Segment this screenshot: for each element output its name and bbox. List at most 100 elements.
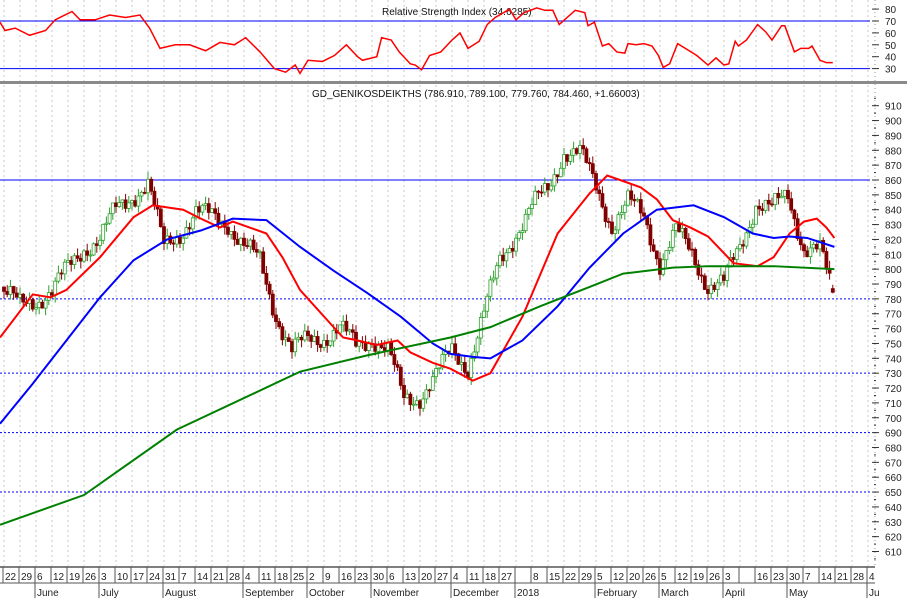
candle-down (677, 223, 682, 233)
candle-down (600, 193, 605, 208)
candle-down (606, 221, 611, 223)
candle-up (53, 280, 58, 296)
price-tick-label: 660 (885, 473, 902, 484)
candle-up (203, 203, 208, 206)
x-tick-label: 3 (725, 572, 731, 583)
price-tick-label: 740 (885, 354, 902, 365)
candle-up (312, 336, 317, 342)
candle-up (126, 202, 131, 209)
candle-up (811, 243, 816, 249)
x-tick-label: 12 (53, 572, 65, 583)
candle-down (648, 224, 653, 246)
vertical-grid (3, 0, 869, 566)
x-tick-label: 31 (165, 572, 177, 583)
candle-down (280, 326, 285, 341)
price-tick-label: 620 (885, 533, 902, 544)
candle-down (776, 192, 781, 199)
candle-up (782, 189, 787, 197)
price-tick-label: 810 (885, 250, 902, 261)
candle-up (437, 367, 442, 370)
candle-up (475, 337, 480, 353)
candle-down (587, 162, 592, 165)
month-label: 2018 (517, 588, 540, 599)
candle-up (184, 227, 189, 239)
candle-up (72, 255, 77, 265)
price-tick-label: 850 (885, 191, 902, 202)
candle-down (232, 231, 237, 240)
candle-down (402, 385, 406, 399)
candle-up (424, 389, 429, 400)
candle-down (389, 341, 394, 355)
candle-up (763, 199, 768, 211)
candle-up (200, 204, 205, 213)
month-label: November (373, 588, 420, 599)
panel-separator[interactable] (0, 81, 907, 84)
candle-down (603, 206, 608, 222)
x-tick-label: 12 (677, 572, 689, 583)
x-tick-label: 3 (101, 572, 107, 583)
candle-up (459, 362, 464, 365)
candle-up (405, 393, 410, 399)
price-tick-label: 750 (885, 339, 902, 350)
price-tick-label: 610 (885, 548, 902, 559)
candle-down (741, 244, 746, 247)
price-tick-label: 870 (885, 161, 902, 172)
candle-down (187, 227, 192, 230)
candle-down (69, 260, 74, 265)
price-tick-label: 770 (885, 310, 902, 321)
candle-up (715, 282, 720, 290)
candle-down (766, 199, 771, 205)
candle-down (152, 190, 157, 206)
price-tick-label: 650 (885, 488, 902, 499)
x-tick-label: 16 (341, 572, 353, 583)
candle-down (731, 257, 736, 260)
candle-down (453, 343, 458, 355)
candle-down (11, 286, 16, 294)
x-tick-label: 8 (533, 572, 539, 583)
x-tick-label: 26 (85, 572, 97, 583)
x-tick-label: 18 (277, 572, 289, 583)
x-tick-label: 16 (757, 572, 769, 583)
x-tick-label: 26 (645, 572, 657, 583)
candle-down (94, 243, 99, 246)
candle-down (290, 341, 294, 353)
candle-down (178, 236, 182, 244)
candle-down (642, 212, 646, 217)
price-tick-label: 900 (885, 117, 902, 128)
candle-down (722, 274, 726, 281)
candle-down (610, 221, 614, 234)
candle-down (395, 364, 400, 368)
candle-down (597, 189, 602, 194)
price-tick-label: 700 (885, 414, 902, 425)
candle-down (690, 248, 694, 251)
x-tick-label: 9 (325, 572, 331, 583)
candle-down (760, 208, 765, 211)
candle-down (427, 389, 432, 392)
candle-down (706, 289, 710, 294)
x-tick-label: 4 (869, 572, 875, 583)
candle-up (82, 250, 86, 262)
candle-down (270, 293, 275, 316)
candle-up (680, 228, 685, 233)
candle-up (750, 223, 755, 228)
x-tick-label: 22 (565, 572, 577, 583)
candle-down (123, 199, 128, 209)
candle-down (536, 190, 541, 193)
candle-down (286, 337, 291, 342)
candle-up (664, 250, 669, 261)
candle-down (590, 163, 595, 174)
candle-up (520, 230, 525, 233)
candle-down (149, 178, 154, 192)
x-tick-label: 27 (501, 572, 513, 583)
month-label: April (725, 588, 745, 599)
candle-up (709, 284, 714, 294)
candle-up (117, 202, 122, 207)
candle-down (632, 198, 637, 202)
candle-up (738, 244, 742, 250)
x-tick-label: 17 (133, 572, 145, 583)
x-tick-label: 15 (549, 572, 561, 583)
candle-down (658, 258, 662, 275)
candle-up (331, 330, 336, 342)
price-tick-label: 910 (885, 102, 902, 113)
x-tick-label: 2 (309, 572, 315, 583)
